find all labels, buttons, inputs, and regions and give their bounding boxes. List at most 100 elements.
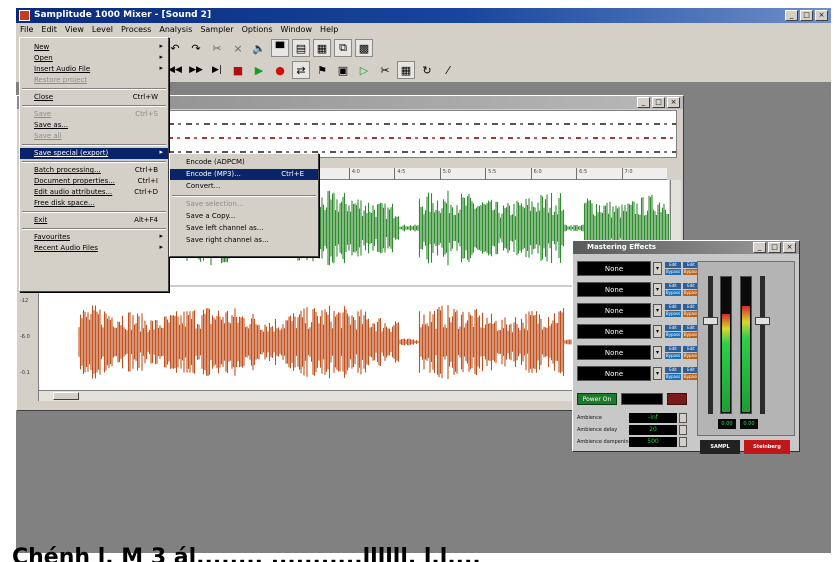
effect-select[interactable]: None	[577, 261, 651, 276]
menu-view[interactable]: View	[61, 23, 88, 37]
fast-forward-icon[interactable]: ▶▶	[187, 61, 205, 79]
overview-track-strip[interactable]	[167, 110, 677, 158]
wand-icon[interactable]: ⁄	[439, 61, 457, 79]
loop-icon[interactable]: ⇄	[292, 61, 310, 79]
effect-option-button[interactable]: Edit	[665, 283, 681, 289]
param-spin-button[interactable]	[679, 437, 687, 447]
grid-icon[interactable]: ▦	[313, 39, 331, 57]
maximize-button[interactable]: □	[800, 10, 813, 21]
submenu-item[interactable]: Save left channel as...	[170, 223, 318, 234]
effect-select[interactable]: None	[577, 324, 651, 339]
submenu-item[interactable]: Save selection...	[170, 199, 318, 210]
mixer-maximize-button[interactable]: □	[768, 242, 781, 253]
menu-sampler[interactable]: Sampler	[196, 23, 237, 37]
menu-analysis[interactable]: Analysis	[155, 23, 196, 37]
menu-window[interactable]: Window	[277, 23, 317, 37]
effect-option-button[interactable]: Edit	[665, 325, 681, 331]
file-menu-item[interactable]: Exit Alt+F4	[20, 215, 168, 226]
file-menu-item[interactable]: Save special (export) ▸	[20, 148, 168, 159]
record-icon[interactable]: ●	[271, 61, 289, 79]
doc-minimize-button[interactable]: _	[637, 97, 650, 108]
file-menu-item[interactable]: New ▸	[20, 42, 168, 53]
copy-icon[interactable]: ×	[229, 39, 247, 57]
menu-file[interactable]: File	[16, 23, 37, 37]
chain-icon[interactable]: ⧉	[334, 39, 352, 57]
camera-icon[interactable]: ▣	[334, 61, 352, 79]
param-spin-button[interactable]	[679, 413, 687, 423]
left-fader-knob[interactable]	[703, 316, 718, 325]
submenu-item[interactable]: Save right channel as...	[170, 235, 318, 246]
file-menu-item[interactable]: Document properties... Ctrl+I	[20, 176, 168, 187]
effect-option-button[interactable]: Bypass	[665, 311, 681, 317]
effect-option-button[interactable]: Edit	[665, 346, 681, 352]
multi-window-icon[interactable]: ▤	[292, 39, 310, 57]
param-value[interactable]: 500	[629, 437, 677, 447]
file-menu-item[interactable]: Edit audio attributes... Ctrl+D	[20, 187, 168, 198]
effect-option-button[interactable]: Bypass	[665, 269, 681, 275]
effect-select[interactable]: None	[577, 366, 651, 381]
stop-icon[interactable]: ■	[229, 61, 247, 79]
file-menu-item[interactable]: Batch processing... Ctrl+B	[20, 165, 168, 176]
file-menu-item[interactable]: Save Ctrl+S	[20, 109, 168, 120]
right-fader-track[interactable]	[755, 276, 770, 414]
effect-select[interactable]: None	[577, 303, 651, 318]
file-menu-item[interactable]: Free disk space...	[20, 198, 168, 209]
menu-level[interactable]: Level	[88, 23, 117, 37]
file-menu-item[interactable]: Save as...	[20, 120, 168, 131]
doc-close-button[interactable]: ×	[667, 97, 680, 108]
param-value[interactable]: 20	[629, 425, 677, 435]
effect-option-button[interactable]: Edit	[665, 262, 681, 268]
redo-icon[interactable]: ↷	[187, 39, 205, 57]
param-value[interactable]: -inf	[629, 413, 677, 423]
scissors-icon[interactable]: ✂	[376, 61, 394, 79]
file-menu-item[interactable]: Save all	[20, 131, 168, 142]
chevron-down-icon[interactable]: ▾	[653, 346, 662, 359]
doc-maximize-button[interactable]: □	[652, 97, 665, 108]
cut-icon[interactable]: ✂	[208, 39, 226, 57]
chevron-down-icon[interactable]: ▾	[653, 304, 662, 317]
param-spin-button[interactable]	[679, 425, 687, 435]
file-menu-item[interactable]: Close Ctrl+W	[20, 92, 168, 103]
effect-option-button[interactable]: Bypass	[665, 353, 681, 359]
menu-edit[interactable]: Edit	[37, 23, 61, 37]
chevron-down-icon[interactable]: ▾	[653, 262, 662, 275]
refresh-icon[interactable]: ↻	[418, 61, 436, 79]
image-icon[interactable]: ▩	[355, 39, 373, 57]
file-menu-item[interactable]: Open ▸	[20, 53, 168, 64]
submenu-item[interactable]: Encode (ADPCM)	[170, 157, 318, 168]
chevron-down-icon[interactable]: ▾	[653, 367, 662, 380]
menu-options[interactable]: Options	[238, 23, 277, 37]
play-icon[interactable]: ▶	[250, 61, 268, 79]
menu-help[interactable]: Help	[316, 23, 342, 37]
chevron-down-icon[interactable]: ▾	[653, 325, 662, 338]
submenu-item[interactable]: Convert...	[170, 181, 318, 192]
minimize-button[interactable]: _	[785, 10, 798, 21]
file-menu-item[interactable]: Insert Audio File ▸	[20, 64, 168, 75]
file-menu-item[interactable]: Favourites ▸	[20, 232, 168, 243]
marker-icon[interactable]: ⚑	[313, 61, 331, 79]
submenu-item[interactable]: Encode (MP3)... Ctrl+E	[170, 169, 318, 180]
effect-option-button[interactable]: Bypass	[665, 290, 681, 296]
chevron-down-icon[interactable]: ▾	[653, 283, 662, 296]
effect-option-button[interactable]: Edit	[665, 304, 681, 310]
effect-select[interactable]: None	[577, 282, 651, 297]
menu-process[interactable]: Process	[117, 23, 155, 37]
close-button[interactable]: ×	[815, 10, 828, 21]
grid-icon[interactable]: ▦	[397, 61, 415, 79]
right-fader-knob[interactable]	[755, 316, 770, 325]
effect-option-button[interactable]: Edit	[665, 367, 681, 373]
skip-end-icon[interactable]: ▶|	[208, 61, 226, 79]
power-indicator[interactable]	[667, 393, 687, 405]
file-menu-item[interactable]: Restore project	[20, 75, 168, 86]
effect-option-button[interactable]: Bypass	[665, 332, 681, 338]
split-view-icon[interactable]: ▀	[271, 39, 289, 57]
effect-option-button[interactable]: Bypass	[665, 374, 681, 380]
speaker-icon[interactable]: 🔈	[250, 39, 268, 57]
mixer-close-button[interactable]: ×	[783, 242, 796, 253]
power-button[interactable]: Power On	[577, 393, 617, 405]
effect-select[interactable]: None	[577, 345, 651, 360]
left-fader-track[interactable]	[703, 276, 718, 414]
file-menu-item[interactable]: Recent Audio Files ▸	[20, 243, 168, 254]
submenu-item[interactable]: Save a Copy...	[170, 211, 318, 222]
play-selection-icon[interactable]: ▷	[355, 61, 373, 79]
